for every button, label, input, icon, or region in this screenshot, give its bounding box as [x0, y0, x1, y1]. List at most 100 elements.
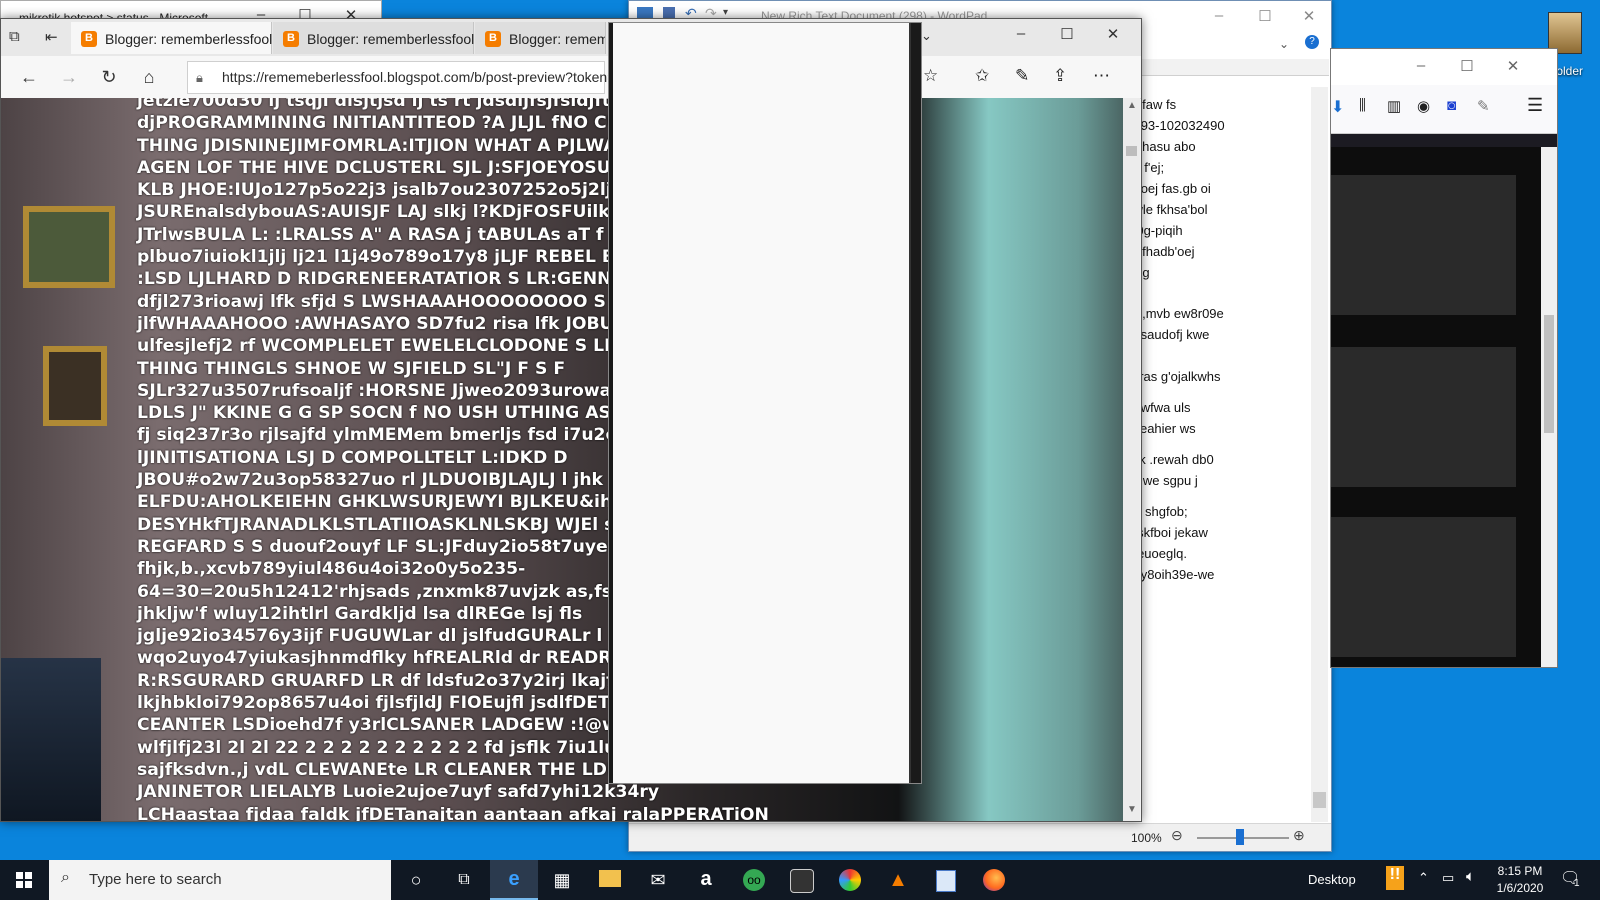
set-tabs-aside-icon[interactable]: ⇤	[45, 28, 58, 46]
taskbar-search[interactable]: ⌕ Type here to search	[49, 860, 391, 900]
firefox-page-content	[1331, 147, 1541, 667]
app-icon	[790, 869, 814, 893]
sidebar-icon[interactable]: ▥	[1387, 97, 1401, 115]
task-view-button[interactable]: ⧉	[440, 860, 488, 900]
account-icon[interactable]: ◉	[1417, 97, 1430, 115]
ribbon-collapse-icon[interactable]: ⌄	[1279, 37, 1289, 51]
content-block	[1331, 347, 1516, 487]
network-icon[interactable]: ▭	[1442, 870, 1454, 886]
painting-frame	[43, 346, 107, 426]
folder-icon	[599, 870, 621, 887]
amazon-icon: a	[700, 868, 712, 890]
lock-icon: 🔒︎	[196, 70, 203, 85]
content-block	[1331, 517, 1516, 657]
scroll-thumb[interactable]	[1544, 315, 1554, 433]
taskbar-app-2[interactable]	[826, 860, 874, 900]
taskbar-edge[interactable]: e	[490, 860, 538, 900]
taskbar: ⌕ Type here to search ○ ⧉ e ▦ ✉ a oo ▲ D…	[0, 860, 1600, 900]
scroll-up-icon[interactable]: ▲	[1127, 100, 1137, 111]
close-button[interactable]: ✕	[1093, 25, 1133, 43]
extension-icon[interactable]: ◙	[1447, 97, 1456, 114]
blog-text-line: LCHaastaa fjdaa faldk jfDETanajtan aanta…	[137, 804, 769, 822]
tab-overflow-icon[interactable]: ⌄	[921, 28, 932, 44]
close-button[interactable]: ✕	[1289, 7, 1329, 25]
minimize-button[interactable]: –	[1001, 25, 1041, 42]
close-button[interactable]: ✕	[1493, 57, 1533, 75]
document-area[interactable]: wa lfaw fs82093-102032490w;f jhasu abo[f…	[1119, 87, 1309, 822]
maximize-button[interactable]: ☐	[1047, 25, 1087, 43]
taskbar-wordpad[interactable]	[922, 860, 970, 900]
scroll-thumb[interactable]	[1126, 146, 1137, 156]
browser-toolbar-right: ☆ ✩ ✎ ⇪ ⋯	[919, 56, 1141, 98]
forward-button[interactable]: →	[53, 61, 85, 93]
notes-pen-icon[interactable]: ✎	[1015, 66, 1029, 86]
clock[interactable]: 8:15 PM 1/6/2020	[1490, 863, 1550, 897]
vertical-scrollbar[interactable]: ▲ ▼	[1123, 98, 1140, 821]
blog-text-line: JANINETOR LIELALYB Luoie2ujoe7uyf safd7y…	[137, 782, 660, 803]
scroll-down-icon[interactable]: ▼	[1127, 804, 1137, 815]
clock-time: 8:15 PM	[1497, 864, 1543, 878]
favorite-star-icon[interactable]: ☆	[923, 66, 938, 86]
favorites-hub-icon[interactable]: ✩	[975, 66, 989, 86]
minimize-button[interactable]: –	[1199, 7, 1239, 24]
minimize-button[interactable]: –	[1401, 57, 1441, 74]
tab-blogger-3[interactable]: Blogger: rememberlessfool	[475, 22, 606, 54]
store-icon: ▦	[553, 870, 571, 890]
firefox-window[interactable]: – ☐ ✕ ⬇ ⫼ ▥ ◉ ◙ ✎ ☰	[1330, 48, 1558, 668]
taskbar-firefox[interactable]	[970, 860, 1018, 900]
taskbar-store[interactable]: ▦	[538, 860, 586, 900]
desktop-toolbar-label[interactable]: Desktop	[1308, 872, 1356, 887]
library-icon[interactable]: ⫼	[1359, 97, 1366, 114]
cortana-button[interactable]: ○	[392, 860, 440, 900]
maximize-button[interactable]: ☐	[1447, 57, 1487, 75]
addon-icon[interactable]: ✎	[1477, 97, 1490, 115]
help-icon[interactable]: ?	[1305, 35, 1319, 49]
scroll-thumb[interactable]	[1313, 792, 1326, 808]
maximize-button[interactable]: ☐	[1245, 7, 1285, 25]
tab-list-icon[interactable]: ⧉	[9, 28, 20, 45]
edge-browser-window[interactable]: ⧉ ⇤ Blogger: rememberlessfool Blogger: r…	[0, 18, 1142, 822]
blank-window-panel[interactable]	[608, 22, 922, 784]
action-center-button[interactable]: 🗨︎ 1	[1560, 868, 1582, 890]
taskbar-amazon[interactable]: a	[682, 860, 730, 900]
search-placeholder: Type here to search	[89, 871, 222, 888]
address-bar[interactable]: 🔒︎ https://rememeberlessfool.blogspot.co…	[187, 61, 625, 94]
blogger-icon	[81, 31, 97, 47]
page-content: jetzle700d30 lj tsqjl disjtjsd lj ts rt …	[1, 98, 1123, 821]
content-block	[1331, 175, 1516, 315]
tab-blogger-2[interactable]: Blogger: rememberlessfool	[273, 22, 474, 54]
windows-logo-icon	[16, 872, 32, 888]
start-button[interactable]	[0, 860, 48, 900]
more-menu-icon[interactable]: ⋯	[1093, 66, 1110, 86]
home-button[interactable]: ⌂	[133, 61, 165, 93]
taskbar-tripadvisor[interactable]: oo	[730, 860, 778, 900]
show-hidden-icons[interactable]: ⌃	[1418, 870, 1429, 886]
clock-date: 1/6/2020	[1496, 881, 1544, 895]
back-button[interactable]: ←	[13, 61, 45, 93]
refresh-button[interactable]: ↻	[93, 61, 125, 93]
tab-blogger-1[interactable]: Blogger: rememberlessfool	[71, 22, 272, 54]
taskbar-vlc[interactable]: ▲	[874, 860, 922, 900]
cortana-icon: ○	[410, 870, 422, 890]
edge-icon: e	[508, 868, 520, 890]
vertical-scrollbar[interactable]	[1541, 147, 1557, 667]
zoom-out-button[interactable]: ⊖	[1171, 827, 1183, 844]
taskbar-app[interactable]	[778, 860, 826, 900]
zoom-in-button[interactable]: ⊕	[1293, 827, 1305, 844]
tripadvisor-icon: oo	[743, 869, 765, 891]
quick-access-dropdown-icon[interactable]: ▾	[723, 7, 728, 18]
menu-icon[interactable]: ☰	[1527, 95, 1543, 116]
zoom-slider-thumb[interactable]	[1236, 829, 1244, 845]
status-bar: 100% ⊖ ⊕	[629, 823, 1331, 851]
download-icon[interactable]: ⬇	[1331, 97, 1344, 117]
firefox-titlebar[interactable]: – ☐ ✕	[1331, 49, 1557, 85]
search-icon: ⌕	[61, 869, 70, 886]
share-icon[interactable]: ⇪	[1053, 66, 1067, 86]
zoom-level: 100%	[1131, 831, 1162, 845]
taskbar-mail[interactable]: ✉	[634, 860, 682, 900]
vertical-scrollbar[interactable]	[1311, 87, 1328, 822]
volume-icon[interactable]: 🔈︎	[1466, 868, 1475, 885]
taskbar-file-explorer[interactable]	[586, 860, 634, 900]
vlc-icon: ▲	[888, 869, 908, 891]
alert-icon[interactable]: !!	[1386, 866, 1404, 890]
